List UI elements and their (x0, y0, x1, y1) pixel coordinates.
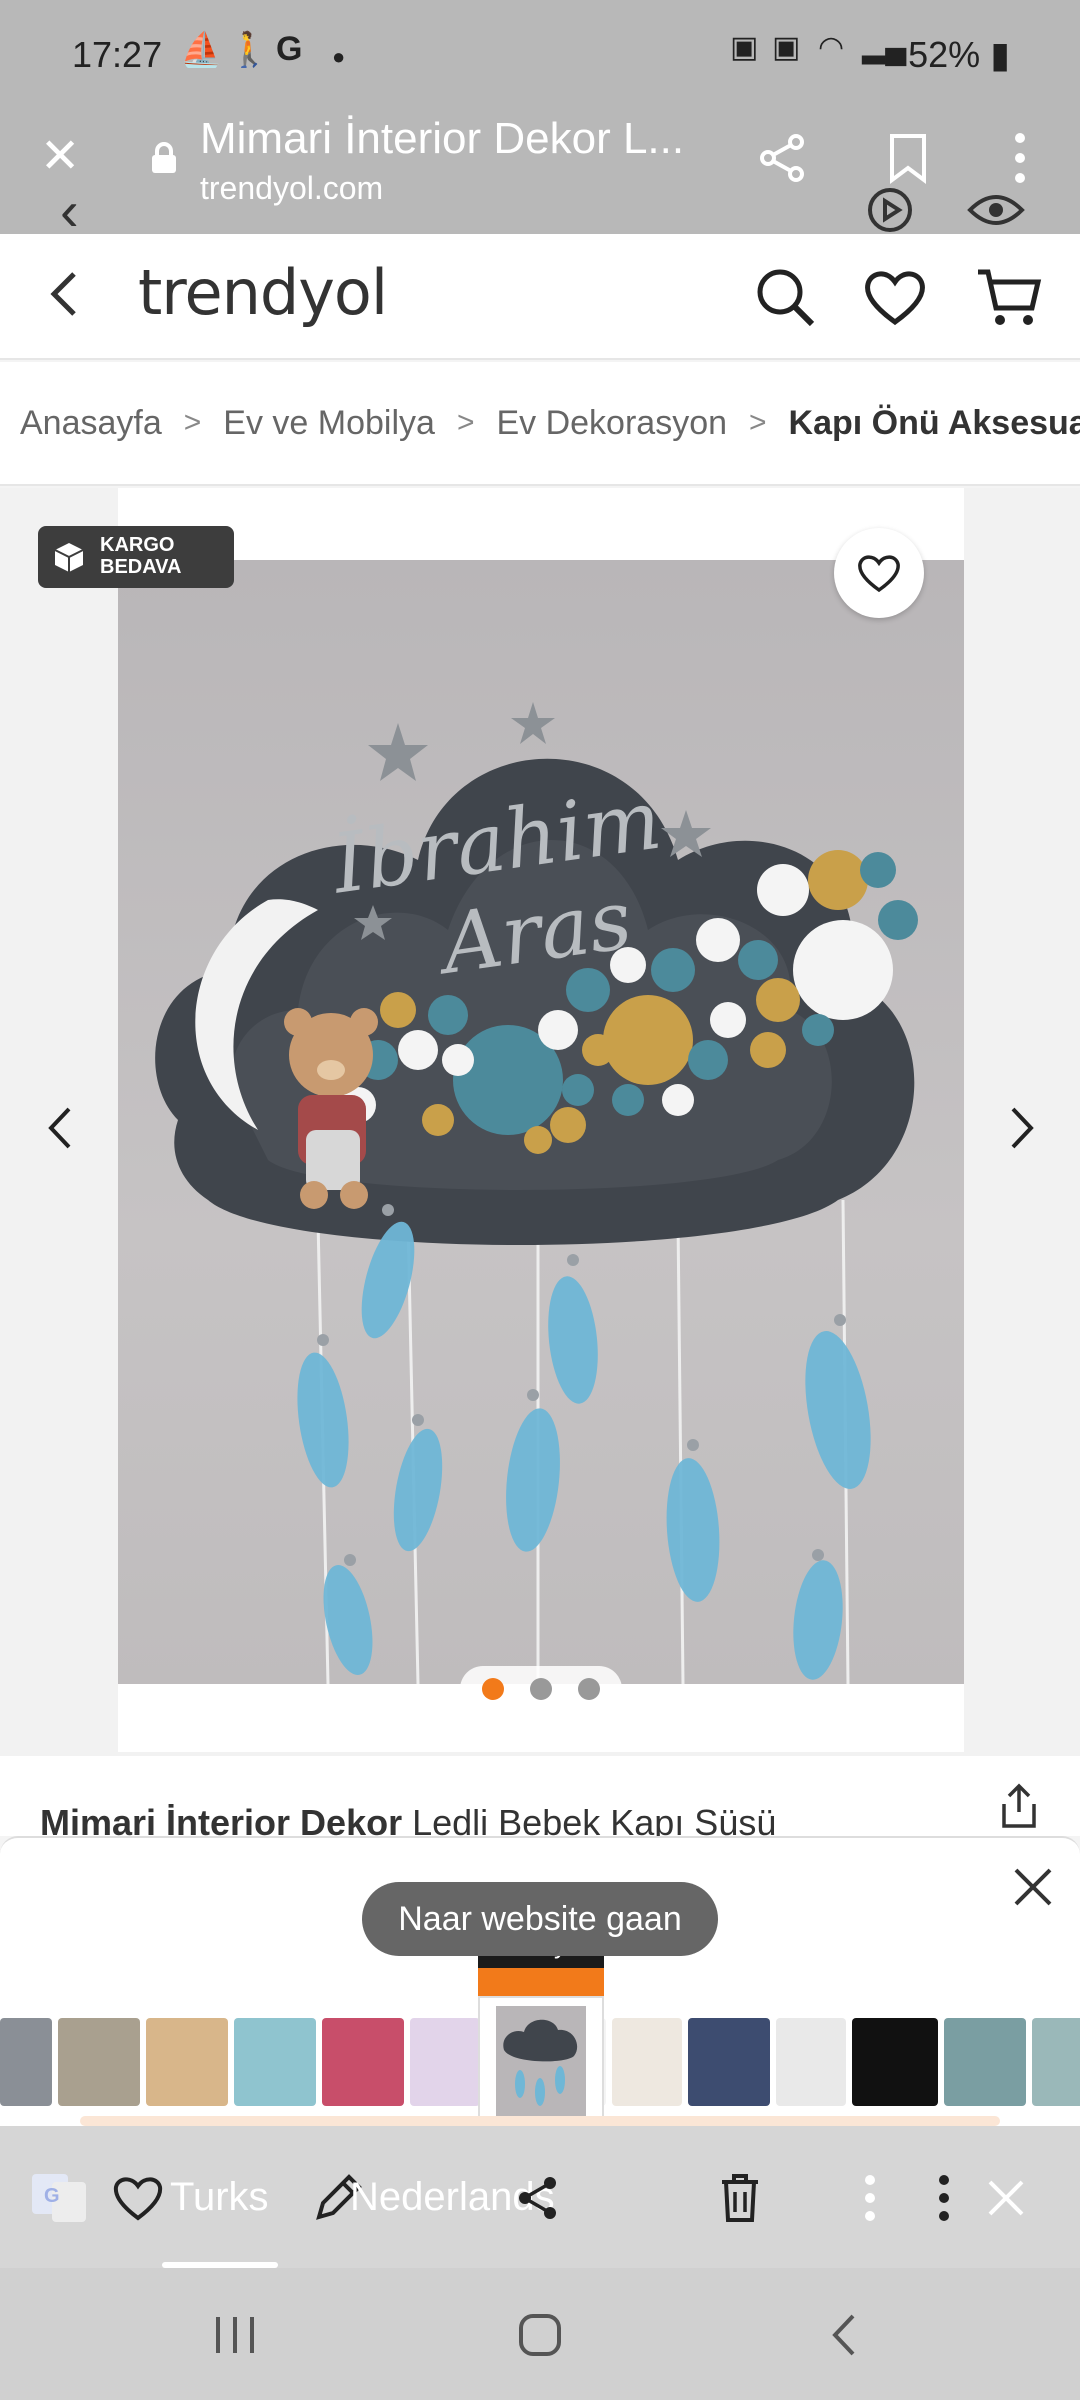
back-arrow-icon[interactable] (40, 264, 90, 324)
ad-thumbnail[interactable] (688, 2018, 770, 2106)
ad-thumbnail[interactable] (410, 2018, 480, 2106)
ad-product-thumbnail[interactable] (478, 1996, 604, 2126)
badge-line-1: KARGO (100, 534, 175, 556)
svg-text:G: G (44, 2185, 60, 2207)
more-notifications-icon: ● (332, 44, 346, 69)
notification-icon: ⛵ (180, 31, 223, 69)
cart-icon[interactable] (974, 262, 1044, 332)
status-time: 17:27 (72, 34, 163, 75)
browser-chrome: 17:27 ⛵ 🚶 G ● ▣ ▣ ◠ ▂▄ 52% ▮ ✕ Mimari İn… (0, 0, 1080, 242)
site-header: trendyol (0, 234, 1080, 360)
pagination-dot-3[interactable] (578, 1678, 600, 1700)
breadcrumb: Anasayfa > Ev ve Mobilya > Ev Dekorasyon… (0, 362, 1080, 486)
chevron-right-icon: > (183, 406, 202, 439)
ad-thumbnail[interactable] (0, 2018, 52, 2106)
source-language-label[interactable]: Turks (170, 2166, 269, 2228)
search-icon[interactable] (750, 262, 820, 332)
close-translation-icon[interactable] (976, 2168, 1036, 2228)
product-image-gallery[interactable]: İbrahim Aras KARGO BEDAVA (0, 488, 1080, 1756)
back-icon[interactable] (808, 2300, 878, 2370)
delete-icon[interactable] (710, 2168, 770, 2228)
battery-saver-icon: ▣ (730, 31, 759, 64)
status-bar: 17:27 ⛵ 🚶 G ● ▣ ▣ ◠ ▂▄ 52% ▮ (0, 0, 1080, 116)
free-shipping-badge: KARGO BEDAVA (38, 526, 234, 588)
share-translation-icon[interactable] (508, 2168, 568, 2228)
battery-level: 52% ▮ (908, 34, 1010, 75)
breadcrumb-current[interactable]: Kapı Önü Aksesuar (789, 404, 1080, 443)
visit-website-button[interactable]: Naar website gaan (362, 1882, 718, 1956)
translate-options-icon[interactable] (914, 2168, 974, 2228)
product-title: Mimari İnterior Dekor Ledli Bebek Kapı S… (40, 1802, 776, 1836)
home-icon[interactable] (505, 2300, 575, 2370)
product-title-row: Mimari İnterior Dekor Ledli Bebek Kapı S… (0, 1756, 1080, 1836)
recent-apps-icon[interactable] (200, 2300, 270, 2370)
ad-thumbnail[interactable] (612, 2018, 682, 2106)
signal-icon: ▂▄ (862, 31, 907, 64)
more-vertical-icon[interactable] (840, 2168, 900, 2228)
page-title[interactable]: Mimari İnterior Dekor L... (200, 114, 700, 164)
ad-thumbnail[interactable] (776, 2018, 846, 2106)
cloud-ornament-thumbnail (496, 2006, 586, 2116)
breadcrumb-home-decoration[interactable]: Ev Dekorasyon (496, 404, 727, 443)
chevron-right-icon: > (456, 406, 475, 439)
ad-thumbnail[interactable] (852, 2018, 938, 2106)
share-icon[interactable] (750, 126, 814, 190)
ad-thumbnail[interactable] (1032, 2018, 1080, 2106)
ad-thumbnail[interactable] (322, 2018, 404, 2106)
product-brand[interactable]: Mimari İnterior Dekor (40, 1802, 402, 1836)
heart-outline-icon[interactable] (108, 2168, 168, 2228)
trendyol-logo[interactable]: trendyol (138, 256, 388, 329)
ad-progress-bar (80, 2116, 1000, 2126)
badge-line-2: BEDAVA (100, 556, 182, 578)
image-pagination (460, 1666, 622, 1712)
share-product-icon[interactable] (994, 1782, 1044, 1832)
cloud-door-ornament-image: İbrahim Aras (155, 702, 918, 1684)
ad-thumbnail[interactable] (58, 2018, 140, 2106)
add-to-favorites-button[interactable] (834, 528, 924, 618)
wifi-icon: ◠ (818, 31, 845, 64)
heart-icon (858, 555, 900, 593)
pagination-dot-2[interactable] (530, 1678, 552, 1700)
view-icon[interactable] (964, 178, 1028, 242)
google-translate-icon[interactable]: G (30, 2168, 90, 2228)
alarm-icon: ▣ (772, 31, 801, 64)
ad-overlay[interactable]: trendyol Naar website gaan (0, 1836, 1080, 2126)
system-navigation-bar (0, 2268, 1080, 2400)
ad-thumbnail[interactable] (944, 2018, 1026, 2106)
next-image-button[interactable] (992, 1088, 1052, 1168)
package-icon (54, 543, 84, 572)
pagination-dot-1[interactable] (482, 1678, 504, 1700)
close-ad-icon[interactable] (1008, 1862, 1058, 1912)
favorites-heart-icon[interactable] (860, 262, 930, 332)
breadcrumb-home-furniture[interactable]: Ev ve Mobilya (223, 404, 435, 443)
product-name: Ledli Bebek Kapı Süsü (412, 1802, 777, 1836)
translate-toolbar: G Turks Nederlands (0, 2126, 1080, 2268)
url-host[interactable]: trendyol.com (200, 170, 383, 207)
chevron-right-icon (1011, 1107, 1034, 1149)
google-icon: G (276, 30, 303, 68)
ad-thumbnail[interactable] (146, 2018, 228, 2106)
chevron-right-icon: > (749, 406, 767, 439)
walking-icon: 🚶 (228, 31, 271, 69)
lock-icon (152, 142, 176, 173)
previous-image-button[interactable] (30, 1088, 90, 1168)
ad-thumbnail[interactable] (234, 2018, 316, 2106)
product-photo[interactable]: İbrahim Aras (118, 560, 964, 1684)
close-tab-icon[interactable]: ✕ (40, 128, 80, 184)
video-assistant-icon[interactable] (858, 178, 922, 242)
breadcrumb-home[interactable]: Anasayfa (20, 404, 162, 443)
chevron-left-icon (48, 1107, 71, 1149)
